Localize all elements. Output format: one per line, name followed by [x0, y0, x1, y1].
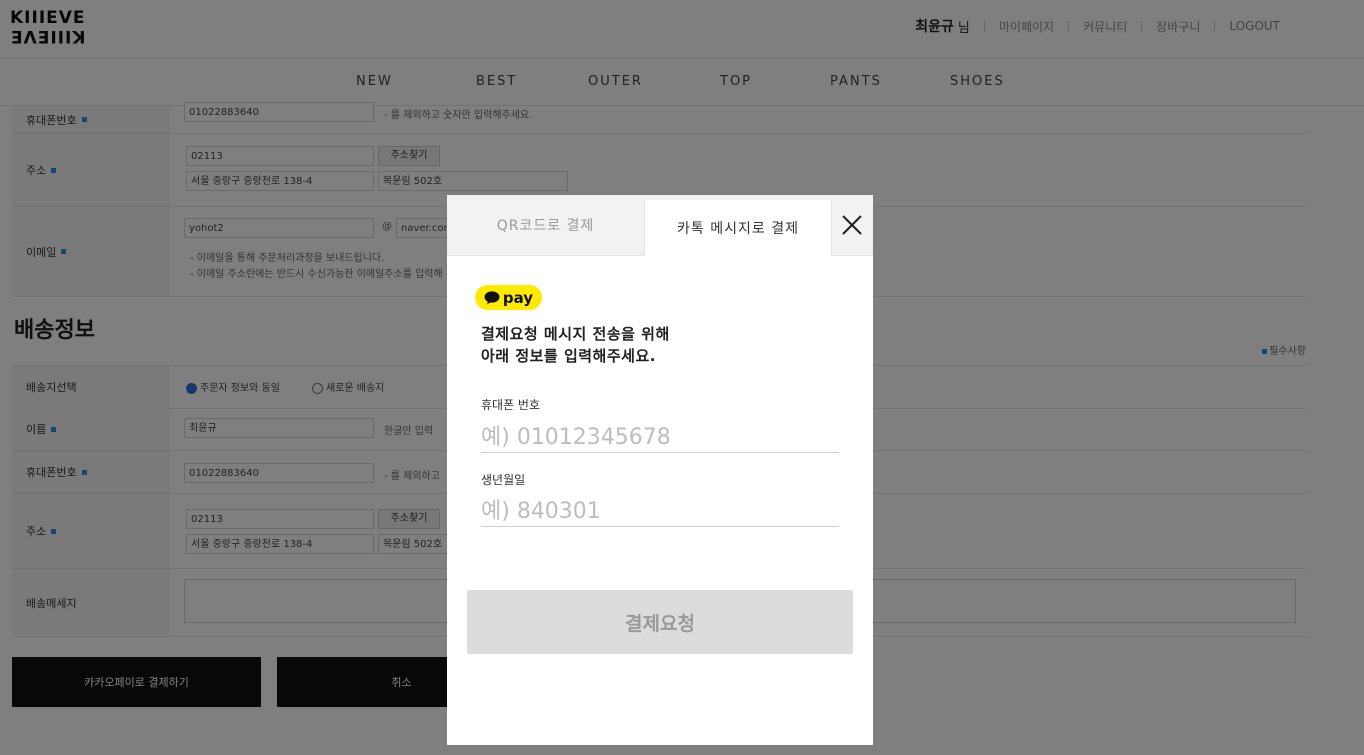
birthdate-input[interactable]: [481, 496, 839, 527]
phone-label: 휴대폰 번호: [481, 398, 541, 412]
tab-qr-payment[interactable]: QR코드로 결제: [447, 195, 644, 255]
phone-input[interactable]: [481, 422, 839, 453]
badge-text: pay: [502, 288, 534, 307]
birthdate-label: 생년월일: [481, 473, 526, 487]
intro-line: 아래 정보를 입력해주세요.: [481, 347, 656, 365]
intro-line: 결제요청 메시지 전송을 위해: [481, 325, 670, 343]
kakaopay-modal: QR코드로 결제 카톡 메시지로 결제 pay 결제요청 메시지 전송을 위해 …: [447, 195, 873, 745]
payment-request-button[interactable]: 결제요청: [467, 590, 853, 654]
close-icon: [841, 215, 862, 235]
tab-message-payment[interactable]: 카톡 메시지로 결제: [644, 200, 832, 256]
modal-intro: 결제요청 메시지 전송을 위해 아래 정보를 입력해주세요.: [481, 323, 670, 367]
modal-tabs: QR코드로 결제 카톡 메시지로 결제: [447, 195, 873, 256]
chat-bubble-icon: [484, 290, 500, 304]
close-button[interactable]: [830, 195, 873, 255]
kakaopay-badge: pay: [475, 285, 542, 310]
